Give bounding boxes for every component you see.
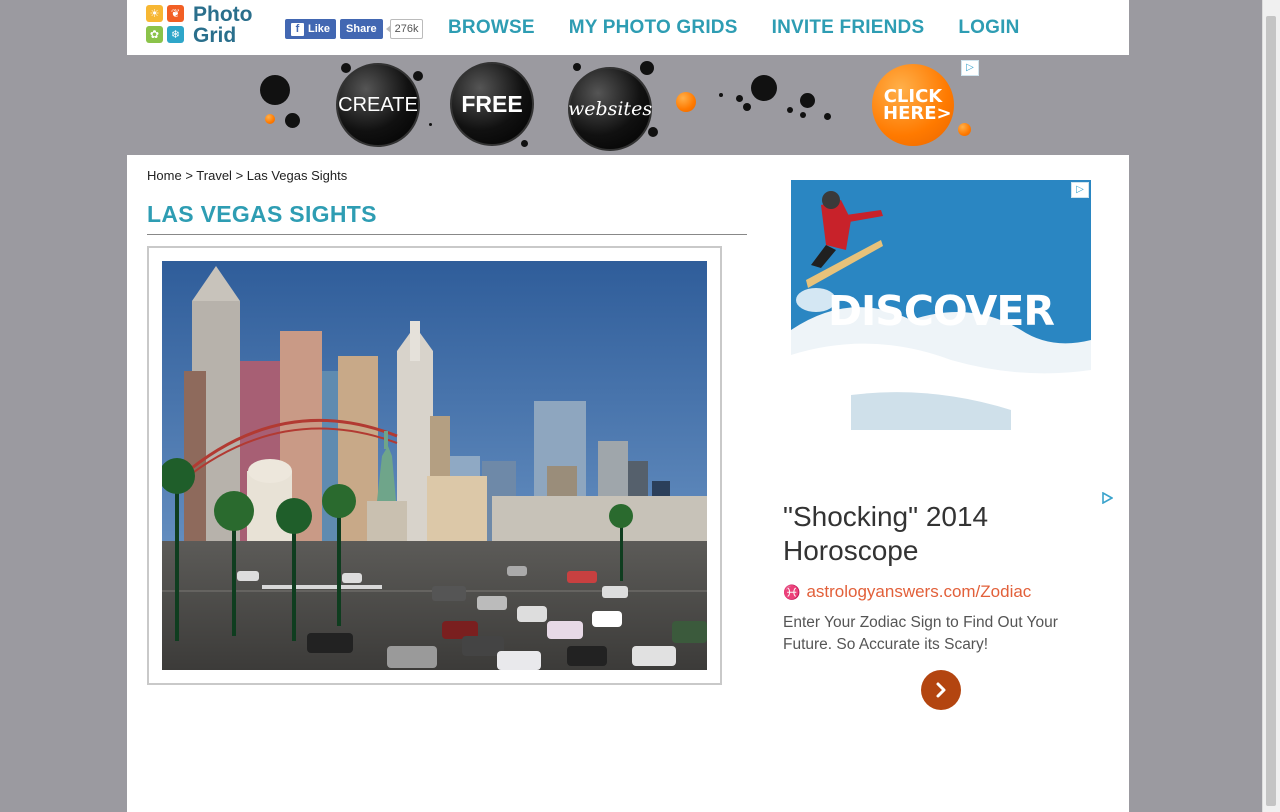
decor-dot (736, 95, 743, 102)
breadcrumb-separator: > (235, 168, 244, 183)
leaf-icon: ❦ (167, 5, 184, 22)
decor-dot (676, 92, 696, 112)
decor-dot (285, 113, 300, 128)
facebook-like-button[interactable]: f Like (285, 19, 337, 39)
ad-url[interactable]: ♓ astrologyanswers.com/Zodiac (783, 582, 1031, 602)
banner-word-websites: websites (567, 98, 653, 120)
snowflake-icon: ❄ (167, 26, 184, 43)
vertical-scrollbar[interactable] (1262, 0, 1280, 812)
decor-dot (824, 113, 831, 120)
decor-dot (648, 127, 658, 137)
breadcrumb-travel[interactable]: Travel (196, 168, 232, 183)
facebook-icon: f (291, 22, 304, 36)
ad-description: Enter Your Zodiac Sign to Find Out Your … (783, 614, 1058, 653)
adchoices-icon[interactable]: ▷ (961, 60, 979, 76)
websites-circle: websites (568, 67, 652, 151)
decor-dot (429, 123, 432, 126)
ad-go-button[interactable] (921, 670, 961, 710)
like-count: 276k (385, 19, 424, 39)
main-nav: BROWSE MY PHOTO GRIDS INVITE FRIENDS LOG… (448, 17, 1054, 39)
decor-dot (413, 71, 423, 81)
logo-wordmark: Photo Grid (193, 4, 252, 46)
nav-browse[interactable]: BROWSE (448, 17, 535, 39)
facebook-share-button[interactable]: Share (340, 19, 383, 39)
decor-dot (341, 63, 351, 73)
click-here-label: CLICK HERE> (883, 86, 952, 124)
las-vegas-photo[interactable] (162, 261, 707, 670)
breadcrumb-separator: > (185, 168, 193, 183)
free-circle: FREE (450, 62, 534, 146)
snowboard-ad[interactable]: ▷ DISCOVER (791, 180, 1091, 430)
astrology-icon: ♓ (783, 583, 801, 600)
decor-dot (260, 75, 290, 105)
decor-dot (800, 93, 815, 108)
main-content: Home > Travel > Las Vegas Sights LAS VEG… (127, 155, 1129, 812)
text-ad[interactable]: "Shocking" 2014 Horoscope ♓ astrologyans… (783, 490, 1113, 720)
nav-invite-friends[interactable]: INVITE FRIENDS (772, 17, 925, 39)
flower-icon: ✿ (146, 26, 163, 43)
logo-line-1: Photo (193, 3, 253, 26)
photo-frame (147, 246, 722, 685)
adchoices-icon[interactable]: ▷ (1071, 182, 1089, 198)
decor-dot (573, 63, 581, 71)
decor-dot (958, 123, 971, 136)
decor-dot (719, 93, 723, 97)
scrollbar-thumb[interactable] (1266, 16, 1276, 806)
adchoices-icon[interactable] (1101, 492, 1113, 504)
nav-login[interactable]: LOGIN (958, 17, 1019, 39)
decor-dot (521, 140, 528, 147)
click-here-button[interactable]: CLICK HERE> (872, 64, 954, 146)
decor-dot (800, 112, 806, 118)
decor-dot (743, 103, 751, 111)
ad-headline[interactable]: "Shocking" 2014 Horoscope (783, 500, 1083, 568)
nav-my-photo-grids[interactable]: MY PHOTO GRIDS (569, 17, 738, 39)
breadcrumb-home[interactable]: Home (147, 168, 182, 183)
breadcrumb: Home > Travel > Las Vegas Sights (147, 168, 347, 183)
decor-dot (787, 107, 793, 113)
decor-dot (640, 61, 654, 75)
logo-tiles: ☀ ❦ ✿ ❄ (145, 4, 187, 46)
decor-dot (751, 75, 777, 101)
chevron-right-icon (936, 682, 946, 698)
like-label: Like (308, 23, 331, 35)
logo-line-2: Grid (193, 24, 237, 47)
site-header: ☀ ❦ ✿ ❄ Photo Grid f Like Share 276k BRO… (127, 0, 1129, 55)
banner-ad[interactable]: CREATE FREE websites CLICK HERE> ▷ (127, 55, 1129, 155)
sun-icon: ☀ (146, 5, 163, 22)
ad-discover-headline: DISCOVER (828, 287, 1055, 335)
banner-word-create: CREATE (338, 93, 418, 116)
site-logo[interactable]: ☀ ❦ ✿ ❄ Photo Grid (145, 4, 265, 48)
page-title: LAS VEGAS SIGHTS (147, 201, 747, 235)
decor-dot (265, 114, 275, 124)
facebook-widget: f Like Share 276k (285, 18, 424, 40)
share-label: Share (346, 23, 377, 35)
banner-word-free: FREE (461, 90, 523, 117)
breadcrumb-current: Las Vegas Sights (246, 168, 348, 183)
ad-url-text: astrologyanswers.com/Zodiac (806, 582, 1032, 601)
create-circle: CREATE (336, 63, 420, 147)
